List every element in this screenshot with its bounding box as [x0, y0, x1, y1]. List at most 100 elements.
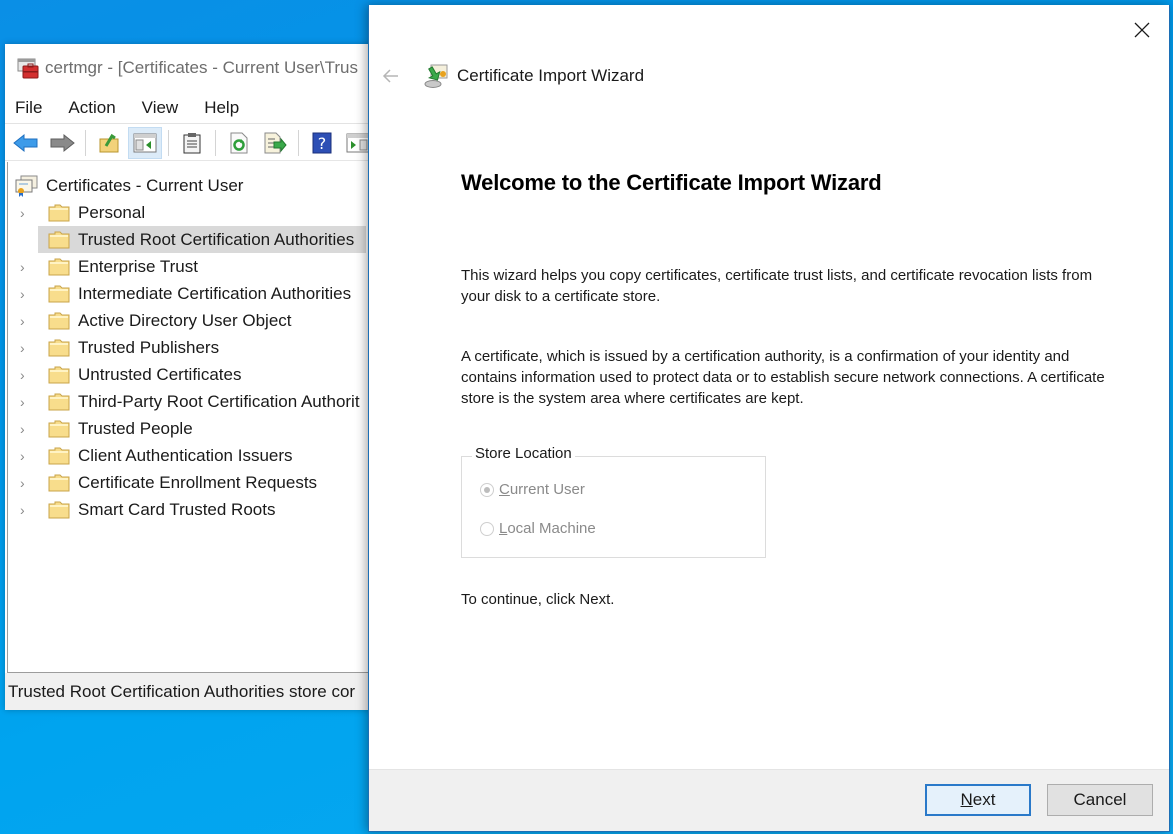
- wizard-footer: Next Cancel: [369, 769, 1169, 831]
- expand-chevron-icon[interactable]: ›: [20, 313, 30, 329]
- help-button[interactable]: ?: [305, 127, 339, 159]
- tree-item[interactable]: › Third-Party Root Certification Authorit: [8, 388, 385, 415]
- radio-local-machine[interactable]: Local Machine: [480, 520, 596, 537]
- tree-items: › Personal ›Trusted Root Certification Aut…: [8, 199, 385, 523]
- certmgr-window: certmgr - [Certificates - Current User\T…: [5, 44, 385, 710]
- tree-item[interactable]: ›Trusted Root Certification Authorities: [38, 226, 366, 253]
- folder-icon: [48, 393, 70, 410]
- tree-item[interactable]: › Client Authentication Issuers: [8, 442, 385, 469]
- properties-button[interactable]: [175, 127, 209, 159]
- folder-icon: [48, 420, 70, 437]
- tree-item-label: Trusted Publishers: [78, 337, 220, 357]
- back-button[interactable]: [9, 127, 43, 159]
- menu-help[interactable]: Help: [204, 98, 239, 118]
- arrow-right-icon: [50, 133, 75, 152]
- show-hide-console-tree-button[interactable]: [128, 126, 162, 159]
- tree-root[interactable]: Certificates - Current User: [8, 172, 385, 199]
- radio-current-user-label: Current User: [499, 481, 585, 498]
- tree-item[interactable]: › Trusted People: [8, 415, 385, 442]
- up-one-level-button[interactable]: [92, 127, 126, 159]
- toolbar-separator: [85, 129, 86, 156]
- export-list-button[interactable]: [258, 127, 292, 159]
- tree-item[interactable]: › Active Directory User Object: [8, 307, 385, 334]
- expand-chevron-icon[interactable]: ›: [20, 421, 30, 437]
- toolbar: ?: [5, 125, 385, 161]
- accelerator-key: N: [960, 790, 973, 809]
- next-label: ext: [972, 790, 996, 809]
- store-location-legend: Store Location: [472, 445, 575, 462]
- tree-root-label: Certificates - Current User: [46, 175, 244, 195]
- tree-item-label: Active Directory User Object: [78, 310, 292, 330]
- toolbar-separator: [298, 129, 299, 156]
- cancel-button[interactable]: Cancel: [1047, 784, 1153, 816]
- export-icon: [264, 132, 287, 153]
- tree-item-label: Untrusted Certificates: [78, 364, 242, 384]
- title-bar[interactable]: certmgr - [Certificates - Current User\T…: [5, 44, 385, 92]
- wizard-title: Welcome to the Certificate Import Wizard: [461, 170, 882, 195]
- tree-item-label: Trusted People: [78, 418, 193, 438]
- refresh-button[interactable]: [222, 127, 256, 159]
- tree-item[interactable]: › Smart Card Trusted Roots: [8, 496, 385, 523]
- toolbar-separator: [215, 129, 216, 156]
- refresh-icon: [230, 132, 248, 153]
- tree-item[interactable]: › Intermediate Certification Authorities: [8, 280, 385, 307]
- toolbar-separator: [168, 129, 169, 156]
- forward-button[interactable]: [45, 127, 79, 159]
- window-title: certmgr - [Certificates - Current User\T…: [45, 58, 358, 77]
- intro-paragraph: This wizard helps you copy certificates,…: [461, 267, 1093, 305]
- tree-item-label: Enterprise Trust: [78, 256, 198, 276]
- certificate-import-wizard: Certificate Import Wizard Welcome to the…: [368, 5, 1170, 832]
- help-icon: ?: [312, 132, 332, 153]
- radio-button[interactable]: [480, 521, 494, 536]
- tree-item[interactable]: › Enterprise Trust: [8, 253, 385, 280]
- svg-text:?: ?: [318, 134, 327, 153]
- next-button[interactable]: Next: [925, 784, 1031, 816]
- toolbox-icon: [17, 58, 39, 79]
- radio-current-user[interactable]: Current User: [480, 481, 585, 498]
- certificate-import-icon: [424, 64, 448, 88]
- folder-icon: [48, 312, 70, 329]
- folder-icon: [48, 447, 70, 464]
- folder-icon: [48, 339, 70, 356]
- wizard-body: Welcome to the Certificate Import Wizard…: [461, 170, 1121, 608]
- menu-file[interactable]: File: [15, 98, 42, 118]
- folder-icon: [48, 474, 70, 491]
- tree-item[interactable]: › Trusted Publishers: [8, 334, 385, 361]
- expand-chevron-icon[interactable]: ›: [20, 340, 30, 356]
- menu-action[interactable]: Action: [68, 98, 115, 118]
- folder-up-icon: [99, 133, 119, 152]
- expand-chevron-icon[interactable]: ›: [20, 502, 30, 518]
- tree-item-label: Intermediate Certification Authorities: [78, 283, 352, 303]
- tree-item-label: Personal: [78, 202, 146, 222]
- label-rest: ocal Machine: [507, 520, 596, 537]
- expand-chevron-icon[interactable]: ›: [20, 286, 30, 302]
- folder-icon: [48, 501, 70, 518]
- certificate-store-icon: [15, 175, 38, 197]
- folder-icon: [48, 204, 70, 221]
- expand-chevron-icon[interactable]: ›: [20, 259, 30, 275]
- tree-item[interactable]: › Untrusted Certificates: [8, 361, 385, 388]
- tree-item-label: Certificate Enrollment Requests: [78, 472, 318, 492]
- expand-chevron-icon[interactable]: ›: [20, 367, 30, 383]
- folder-icon: [48, 231, 70, 248]
- menu-bar: File Action View Help: [5, 92, 385, 124]
- tree-item[interactable]: › Certificate Enrollment Requests: [8, 469, 385, 496]
- menu-view[interactable]: View: [142, 98, 179, 118]
- expand-chevron-icon[interactable]: ›: [20, 475, 30, 491]
- status-bar: Trusted Root Certification Authorities s…: [5, 673, 385, 710]
- expand-chevron-icon[interactable]: ›: [20, 448, 30, 464]
- tree-item-label: Client Authentication Issuers: [78, 445, 293, 465]
- expand-chevron-icon[interactable]: ›: [20, 205, 30, 221]
- certificate-description: A certificate, which is issued by a cert…: [461, 348, 1105, 407]
- console-tree[interactable]: Certificates - Current User ›Personal›Tr…: [7, 162, 385, 673]
- expand-chevron-icon[interactable]: ›: [20, 394, 30, 410]
- tree-item[interactable]: › Personal: [8, 199, 385, 226]
- clipboard-icon: [183, 132, 201, 153]
- tree-item-label: Smart Card Trusted Roots: [78, 499, 276, 519]
- folder-icon: [48, 258, 70, 275]
- radio-button-checked[interactable]: [480, 482, 494, 497]
- back-arrow-icon[interactable]: [381, 66, 401, 86]
- close-icon[interactable]: [1131, 19, 1153, 41]
- folder-icon: [48, 285, 70, 302]
- radio-local-machine-label: Local Machine: [499, 520, 596, 537]
